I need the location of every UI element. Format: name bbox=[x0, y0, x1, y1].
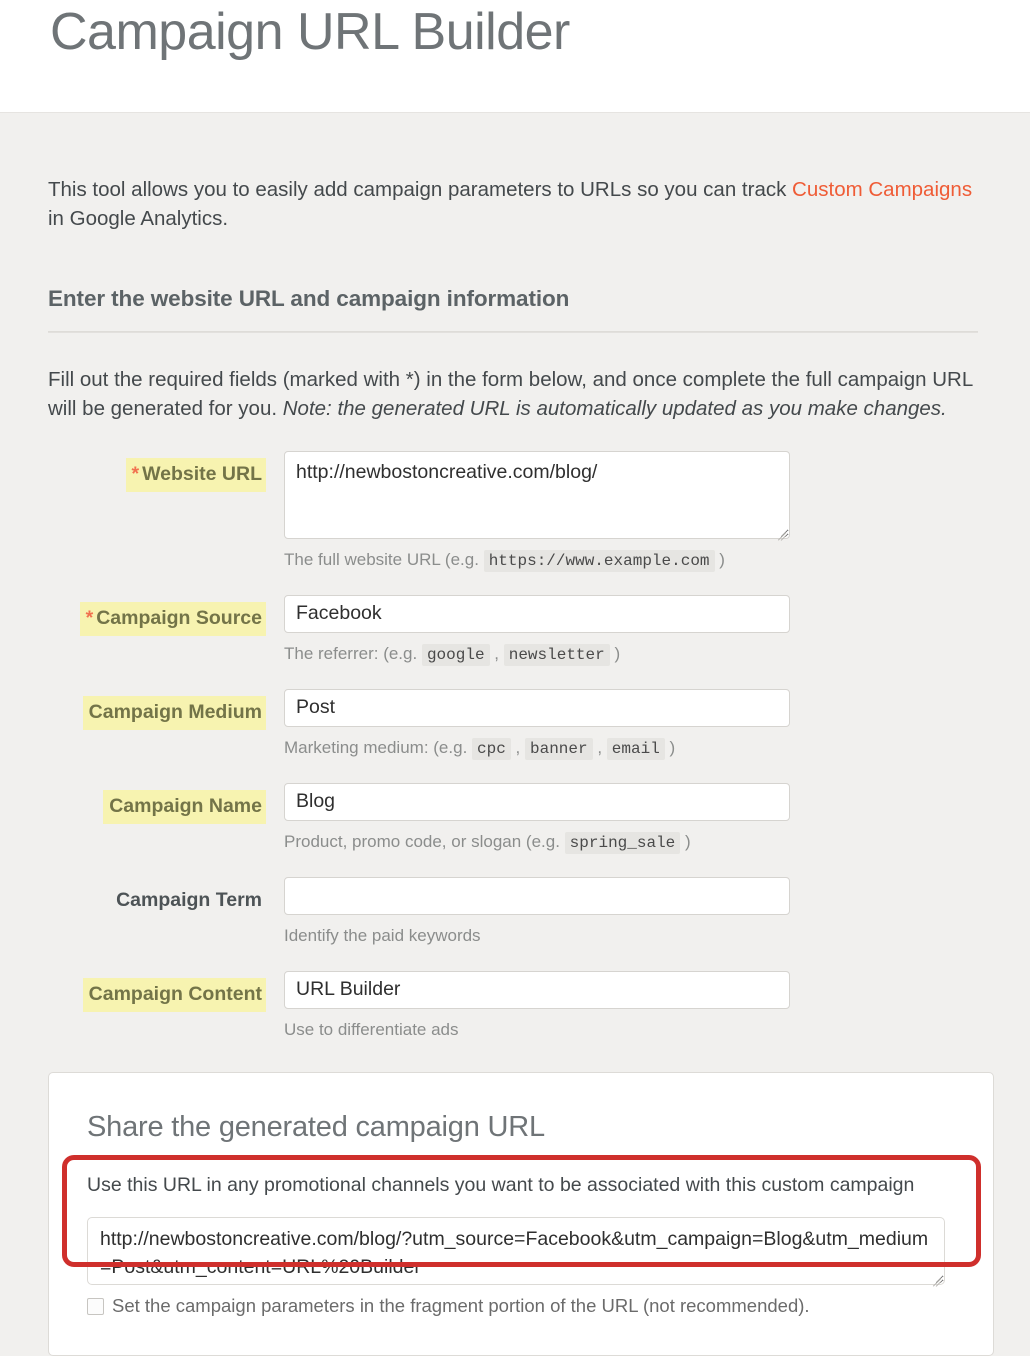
custom-campaigns-link[interactable]: Custom Campaigns bbox=[792, 178, 972, 201]
field-row-campaign-medium: Campaign Medium Marketing medium: (e.g. c… bbox=[48, 689, 980, 783]
required-asterisk-icon: * bbox=[131, 463, 140, 486]
field-hint-text-campaign-content: Use to differentiate ads bbox=[284, 1019, 459, 1039]
campaign-content-input[interactable] bbox=[284, 970, 790, 1009]
instructions-note: Note: the generated URL is automatically… bbox=[282, 397, 947, 420]
field-label-campaign-name: Campaign Name bbox=[103, 790, 266, 825]
generated-url-wrap: Set the campaign parameters in the fragm… bbox=[87, 1217, 955, 1319]
field-hint-campaign-content: Use to differentiate ads bbox=[284, 1017, 980, 1043]
field-label-cell-campaign-medium: Campaign Medium bbox=[48, 689, 266, 731]
hint-separator: , bbox=[510, 738, 525, 758]
field-input-cell-campaign-source: The referrer: (e.g. google , newsletter … bbox=[266, 595, 980, 689]
field-hint-suffix-campaign-source: ) bbox=[614, 644, 621, 664]
field-label-cell-campaign-source: * Campaign Source bbox=[48, 595, 266, 637]
field-label-text-website-url: Website URL bbox=[142, 463, 262, 486]
field-label-website-url: * Website URL bbox=[125, 458, 266, 493]
field-hint-campaign-medium: Marketing medium: (e.g. cpc , banner , e… bbox=[284, 735, 980, 761]
field-hint-text-campaign-source: The referrer: (e.g. bbox=[284, 644, 422, 664]
page-title: Campaign URL Builder bbox=[50, 3, 570, 61]
field-label-text-campaign-term: Campaign Term bbox=[116, 889, 262, 912]
field-label-campaign-source: * Campaign Source bbox=[79, 602, 266, 637]
fragment-checkbox-label: Set the campaign parameters in the fragm… bbox=[112, 1295, 810, 1317]
field-label-cell-campaign-term: Campaign Term bbox=[48, 877, 266, 918]
field-row-campaign-content: Campaign Content Use to differentiate ads bbox=[48, 970, 980, 1065]
page-header: Campaign URL Builder bbox=[0, 0, 1030, 113]
field-hint-campaign-term: Identify the paid keywords bbox=[284, 923, 980, 949]
generated-url-textarea[interactable] bbox=[87, 1217, 945, 1286]
share-panel: Share the generated campaign URL Use thi… bbox=[48, 1072, 994, 1356]
field-hint-campaign-source: The referrer: (e.g. google , newsletter … bbox=[284, 641, 980, 667]
campaign-source-input[interactable] bbox=[284, 595, 790, 634]
field-input-cell-campaign-medium: Marketing medium: (e.g. cpc , banner , e… bbox=[266, 689, 980, 783]
hint-separator: , bbox=[489, 644, 504, 664]
field-hint-website-url: The full website URL (e.g. https://www.e… bbox=[284, 547, 980, 573]
field-hint-suffix-campaign-name: ) bbox=[685, 832, 691, 852]
field-input-cell-campaign-term: Identify the paid keywords bbox=[266, 877, 980, 971]
field-row-campaign-source: *Campaign Source The referrer: (e.g. goog… bbox=[48, 595, 980, 689]
field-row-campaign-name: Campaign Name Product, promo code, or slo… bbox=[48, 783, 980, 877]
hint-code-sample: spring_sale bbox=[564, 832, 681, 855]
field-row-website-url: *Website URL The full website URL (e.g. h… bbox=[48, 451, 980, 595]
share-panel-title: Share the generated campaign URL bbox=[87, 1111, 545, 1144]
hint-code-sample: email bbox=[606, 738, 665, 761]
hint-code-sample: cpc bbox=[472, 738, 511, 761]
intro-paragraph: This tool allows you to easily add campa… bbox=[48, 175, 980, 233]
field-hint-campaign-name: Product, promo code, or slogan (e.g. spr… bbox=[284, 829, 980, 855]
field-label-campaign-term: Campaign Term bbox=[110, 884, 266, 918]
intro-text-before: This tool allows you to easily add campa… bbox=[48, 178, 793, 201]
field-label-text-campaign-content: Campaign Content bbox=[88, 982, 262, 1005]
campaign-name-input[interactable] bbox=[284, 783, 790, 822]
field-hint-text-campaign-medium: Marketing medium: (e.g. bbox=[284, 738, 473, 758]
campaign-term-input[interactable] bbox=[284, 877, 790, 916]
required-asterisk-icon: * bbox=[85, 607, 94, 630]
field-hint-suffix-campaign-medium: ) bbox=[669, 738, 676, 758]
field-hint-text-campaign-name: Product, promo code, or slogan (e.g. bbox=[284, 832, 565, 852]
website-url-textarea[interactable] bbox=[284, 451, 790, 540]
field-label-text-campaign-source: Campaign Source bbox=[96, 607, 262, 630]
field-label-text-campaign-name: Campaign Name bbox=[109, 795, 262, 818]
hint-code-sample: newsletter bbox=[503, 644, 610, 667]
hint-code-sample: google bbox=[421, 644, 490, 667]
field-label-text-campaign-medium: Campaign Medium bbox=[88, 701, 262, 724]
field-input-cell-website-url: The full website URL (e.g. https://www.e… bbox=[266, 451, 980, 595]
hint-separator: , bbox=[592, 738, 607, 758]
intro-text-after: in Google Analytics. bbox=[48, 207, 229, 231]
page-content: This tool allows you to easily add campa… bbox=[0, 175, 1030, 1356]
textarea-wrap-website-url bbox=[284, 451, 790, 541]
instructions-paragraph: Fill out the required fields (marked wit… bbox=[48, 365, 980, 423]
field-label-campaign-medium: Campaign Medium bbox=[82, 696, 266, 731]
field-label-cell-website-url: * Website URL bbox=[48, 451, 266, 493]
campaign-medium-input[interactable] bbox=[284, 689, 790, 728]
field-label-cell-campaign-name: Campaign Name bbox=[48, 783, 266, 825]
fragment-checkbox[interactable] bbox=[87, 1298, 104, 1316]
field-input-cell-campaign-content: Use to differentiate ads bbox=[266, 970, 980, 1065]
field-hint-suffix-website-url: ) bbox=[719, 550, 725, 570]
share-panel-subtitle: Use this URL in any promotional channels… bbox=[87, 1174, 915, 1197]
section-heading: Enter the website URL and campaign infor… bbox=[48, 286, 570, 312]
field-input-cell-campaign-name: Product, promo code, or slogan (e.g. spr… bbox=[266, 783, 980, 877]
campaign-form: *Website URLThe full website URL (e.g. h… bbox=[48, 451, 980, 1064]
field-label-cell-campaign-content: Campaign Content bbox=[48, 971, 266, 1012]
field-hint-text-campaign-term: Identify the paid keywords bbox=[284, 926, 481, 946]
field-label-campaign-content: Campaign Content bbox=[82, 977, 266, 1012]
section-divider bbox=[48, 330, 978, 333]
hint-code-sample: banner bbox=[525, 738, 593, 761]
hint-code-sample: https://www.example.com bbox=[483, 550, 715, 573]
field-hint-text-website-url: The full website URL (e.g. bbox=[284, 550, 484, 570]
fragment-option-row[interactable]: Set the campaign parameters in the fragm… bbox=[87, 1294, 955, 1319]
field-row-campaign-term: Campaign Term Identify the paid keywords bbox=[48, 877, 980, 971]
